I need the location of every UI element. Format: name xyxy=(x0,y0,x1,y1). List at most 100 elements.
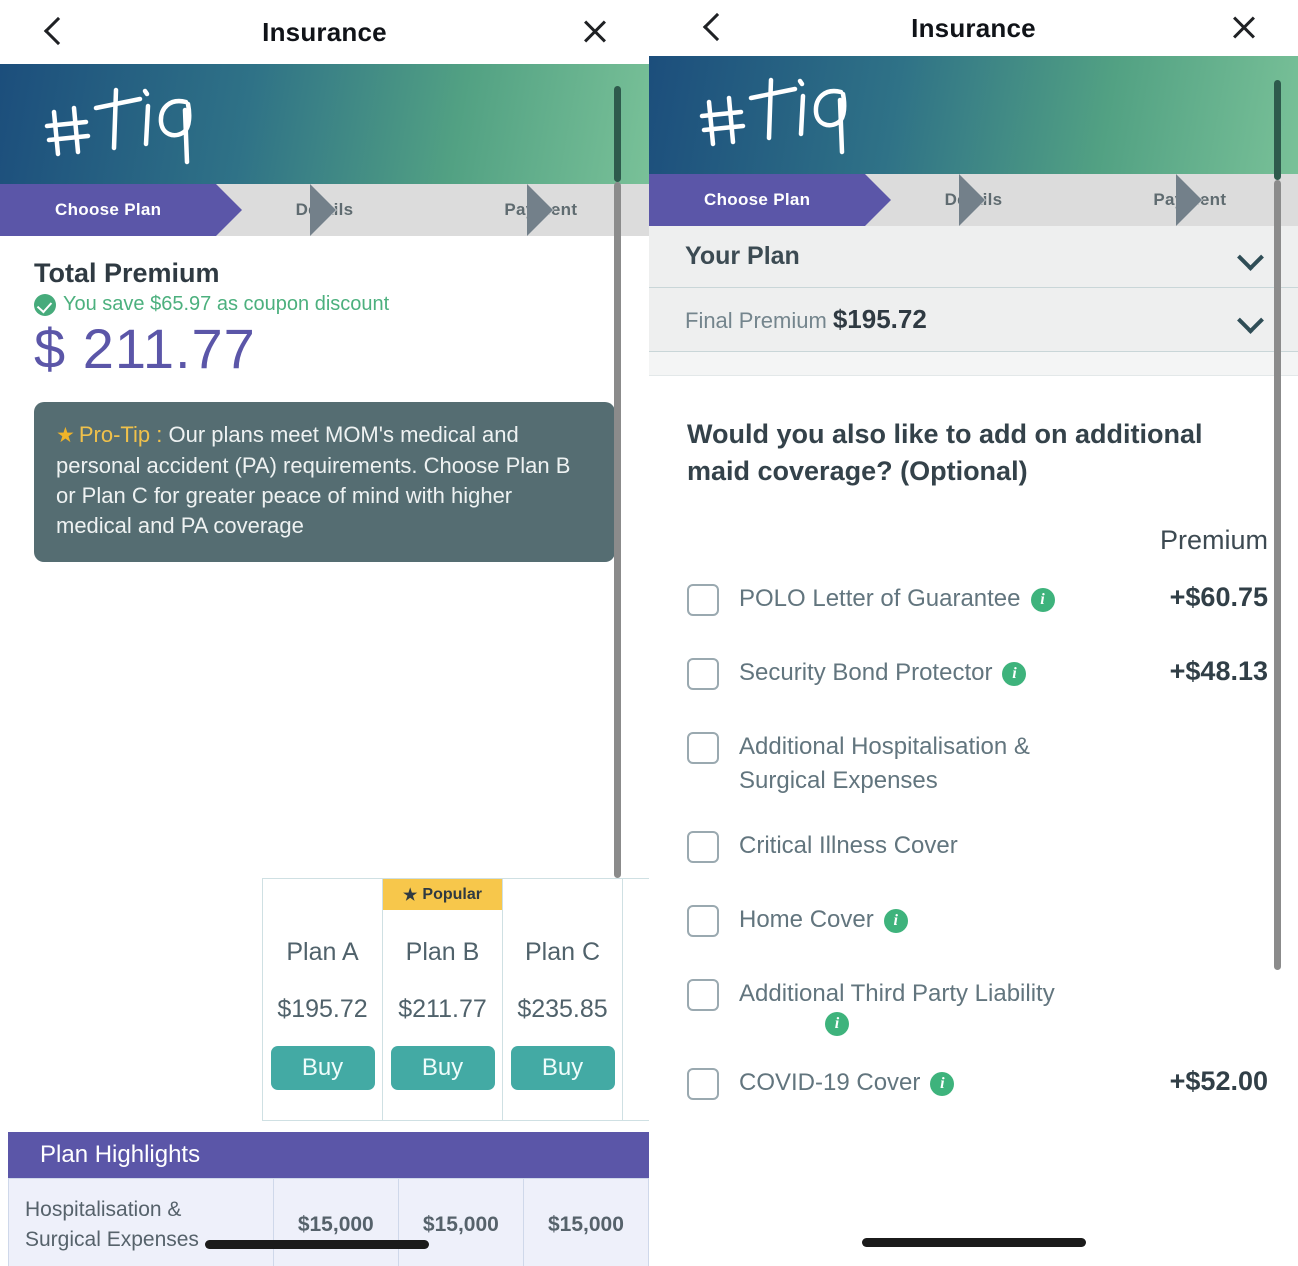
highlight-value: $15,000 xyxy=(272,1178,399,1266)
step-choose-plan[interactable]: Choose Plan xyxy=(649,174,892,226)
plan-name: Plan B xyxy=(405,938,480,966)
addon-label-wrap: Additional Third Party Liability i xyxy=(719,977,1108,1036)
step-divider-icon xyxy=(310,184,338,236)
step-payment[interactable]: Payment xyxy=(1082,174,1298,226)
list-item[interactable]: Additional Hospitalisation & Surgical Ex… xyxy=(649,730,1298,800)
total-premium-amount: $ 211.77 xyxy=(34,317,256,380)
popular-badge-slot xyxy=(503,879,622,910)
close-icon[interactable] xyxy=(579,16,611,48)
addon-label-wrap: Home Cover i xyxy=(719,903,1108,938)
buy-button-plan-a[interactable]: Buy xyxy=(270,1046,375,1090)
back-icon[interactable] xyxy=(699,11,727,45)
plan-column-b: ★ Popular Plan B $211.77 Buy xyxy=(383,879,503,1120)
left-navbar: Insurance xyxy=(0,0,649,64)
tiq-logo xyxy=(699,77,847,155)
home-indicator xyxy=(205,1240,429,1249)
total-premium-title: Total Premium xyxy=(34,258,220,288)
step-divider-icon xyxy=(1175,174,1203,226)
page-scrollbar-thumb[interactable] xyxy=(1274,180,1281,970)
star-icon: ★ xyxy=(403,886,418,904)
total-premium-block: Total Premium You save $65.97 as coupon … xyxy=(0,236,649,380)
step-label: Choose Plan xyxy=(704,190,811,209)
accordion-bottom-spacer xyxy=(649,352,1298,376)
premium-column-header: Premium xyxy=(1159,524,1268,555)
plan-comparison-table: Plan A $195.72 Buy ★ Popular Plan B $211… xyxy=(262,878,649,1121)
info-icon[interactable]: i xyxy=(1002,661,1027,686)
list-item[interactable]: Home Cover i xyxy=(649,903,1298,947)
chevron-down-icon[interactable] xyxy=(1240,246,1262,268)
addon-label: Additional Third Party Liability xyxy=(739,980,1055,1008)
step-divider-icon xyxy=(526,184,554,236)
plan-highlights-table: Hospitalisation & Surgical Expenses $15,… xyxy=(8,1178,649,1266)
addon-question: Would you also like to add on additional… xyxy=(687,419,1203,487)
info-icon[interactable]: i xyxy=(930,1071,955,1096)
final-premium-value: $195.72 xyxy=(832,304,927,334)
addon-price: +$52.00 xyxy=(1169,1065,1268,1096)
right-brand-banner xyxy=(649,56,1298,174)
buy-button-plan-c[interactable]: Buy xyxy=(510,1046,615,1090)
checkbox-additional-hospitalisation-surgical-expenses[interactable] xyxy=(687,731,719,764)
final-premium-accordion[interactable]: Final Premium $195.72 xyxy=(649,288,1298,352)
pro-tip-separator: : xyxy=(150,421,169,447)
checkbox-additional-third-party-liability[interactable] xyxy=(687,979,719,1012)
list-item[interactable]: Critical Illness Cover xyxy=(649,829,1298,873)
list-item[interactable]: POLO Letter of Guarantee i +$60.75 xyxy=(649,582,1298,626)
pro-tip-box: ★ Pro-Tip : Our plans meet MOM's medical … xyxy=(34,401,615,562)
buy-button-plan-b[interactable]: Buy xyxy=(390,1046,495,1090)
banner-scrollbar-thumb[interactable] xyxy=(1274,80,1281,180)
addon-label-wrap: Security Bond Protector i xyxy=(719,656,1108,691)
plan-price: $211.77 xyxy=(398,995,487,1023)
plan-name: Plan C xyxy=(524,938,601,966)
plan-column-a: Plan A $195.72 Buy xyxy=(263,879,383,1120)
page-title: Insurance xyxy=(911,12,1036,43)
right-step-bar: Choose Plan Details Payment xyxy=(649,174,1298,226)
savings-line: You save $65.97 as coupon discount xyxy=(34,293,615,316)
checkbox-covid-19-cover[interactable] xyxy=(687,1067,719,1100)
checkbox-security-bond-protector[interactable] xyxy=(687,657,719,690)
banner-scrollbar-thumb[interactable] xyxy=(614,86,621,182)
your-plan-accordion[interactable]: Your Plan xyxy=(649,226,1298,288)
info-icon[interactable]: i xyxy=(1030,587,1055,612)
left-step-bar: Choose Plan Details Payment xyxy=(0,184,649,236)
info-icon[interactable]: i xyxy=(883,909,908,934)
your-plan-label: Your Plan xyxy=(685,242,800,270)
plan-column-c: Plan C $235.85 Buy xyxy=(503,879,623,1120)
list-item[interactable]: Security Bond Protector i +$48.13 xyxy=(649,656,1298,700)
addon-label-wrap: Additional Hospitalisation & Surgical Ex… xyxy=(719,730,1108,800)
pro-tip-label: Pro-Tip xyxy=(78,421,151,447)
table-row: Hospitalisation & Surgical Expenses $15,… xyxy=(8,1178,649,1266)
list-item[interactable]: COVID-19 Cover i +$52.00 xyxy=(649,1066,1298,1110)
page-scrollbar-thumb[interactable] xyxy=(614,182,621,878)
info-icon[interactable]: i xyxy=(825,1011,849,1036)
addon-label: Home Cover xyxy=(739,906,874,934)
step-label: Choose Plan xyxy=(55,200,162,219)
right-content: Your Plan Final Premium $195.72 Would you… xyxy=(649,226,1298,1266)
tiq-logo xyxy=(44,87,192,165)
step-details[interactable]: Details xyxy=(865,174,1081,226)
checkbox-home-cover[interactable] xyxy=(687,905,719,938)
close-icon[interactable] xyxy=(1228,12,1260,44)
chevron-down-icon[interactable] xyxy=(1240,309,1262,331)
addon-list: POLO Letter of Guarantee i +$60.75 Securi… xyxy=(649,582,1298,1110)
step-details[interactable]: Details xyxy=(216,184,432,236)
dual-screenshot-comparison: Insurance Choose Plan Details Payment To… xyxy=(0,0,1298,1266)
step-choose-plan[interactable]: Choose Plan xyxy=(0,184,243,236)
back-icon[interactable] xyxy=(40,15,68,49)
addon-label-wrap: COVID-19 Cover i xyxy=(719,1066,1108,1101)
right-phone-screen: Insurance Choose Plan Details Payment Yo… xyxy=(649,0,1298,1266)
checkbox-polo-letter-of-guarantee[interactable] xyxy=(687,583,719,616)
highlight-value: $15,000 xyxy=(522,1178,649,1266)
star-icon: ★ xyxy=(56,423,75,447)
popular-badge-slot xyxy=(263,879,382,910)
final-premium-row: Final Premium $195.72 xyxy=(685,304,1240,335)
addon-label-wrap: Critical Illness Cover xyxy=(719,829,1108,864)
addon-label: Additional Hospitalisation & Surgical Ex… xyxy=(739,732,1030,795)
addon-label: Critical Illness Cover xyxy=(739,832,958,860)
checkbox-critical-illness-cover[interactable] xyxy=(687,831,719,864)
list-item[interactable]: Additional Third Party Liability i xyxy=(649,977,1298,1036)
plan-highlights-heading: Plan Highlights xyxy=(8,1132,649,1178)
check-circle-icon xyxy=(34,293,56,316)
addon-price: +$48.13 xyxy=(1169,655,1268,686)
final-premium-label: Final Premium xyxy=(685,308,827,333)
step-divider-icon xyxy=(959,174,987,226)
